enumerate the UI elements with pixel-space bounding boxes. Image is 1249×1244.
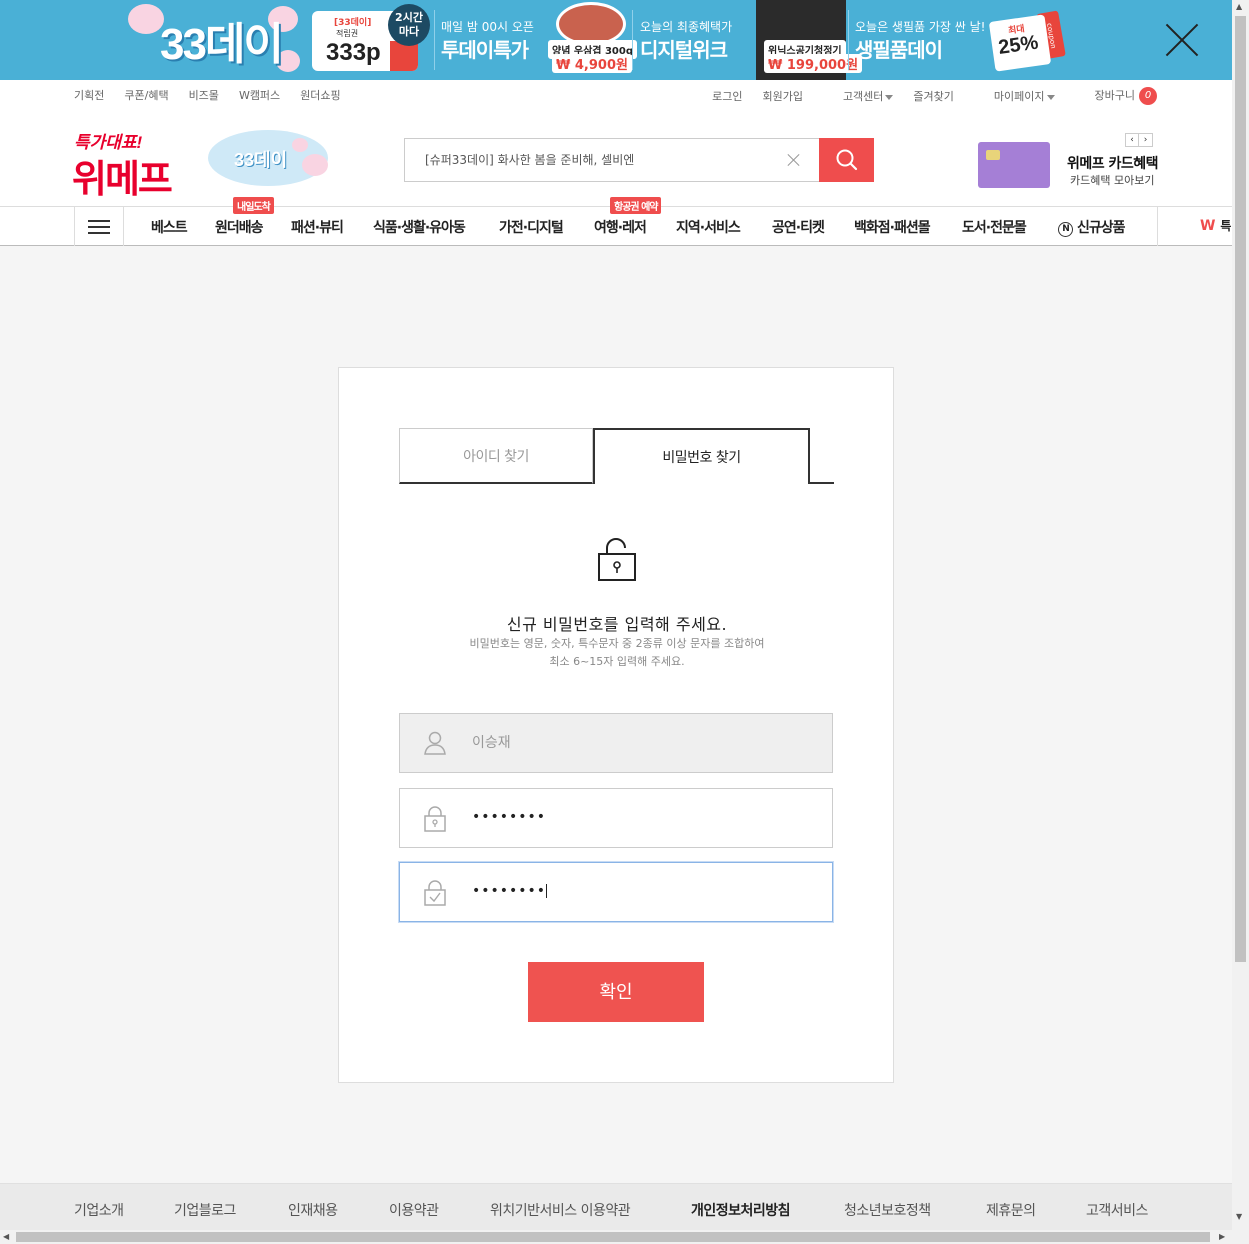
banner-today-top: 매일 밤 00시 오픈 [441,20,534,34]
name-input [472,734,812,750]
card-nav: ‹ › [1125,133,1153,147]
nav-item-best[interactable]: 베스트 [151,217,188,237]
banner-2hour-badge: 2시간 마다 [388,4,430,46]
banner-today-title[interactable]: 투데이특가 [441,34,529,63]
tab-find-id[interactable]: 아이디 찾기 [399,428,593,484]
chevron-down-icon [885,94,894,100]
footer-link-privacy[interactable]: 개인정보처리방침 [691,1200,791,1220]
find-password-panel: 아이디 찾기 비밀번호 찾기 신규 비밀번호를 입력해 주세요. 비밀번호는 영… [338,367,894,1083]
event-logo[interactable]: 33데이 [208,130,334,190]
card-benefit-title[interactable]: 위메프 카드혜택 [1067,153,1159,173]
user-icon [424,731,446,755]
chevron-down-icon [1046,94,1055,100]
text-cursor [546,884,548,898]
lock-icon [424,806,446,832]
new-icon: N [1058,222,1073,237]
scroll-left-icon[interactable]: ◀ [3,1232,9,1241]
nav-item-local[interactable]: 지역·서비스 [676,217,741,237]
footer: 기업소개 기업블로그 인재채용 이용약관 위치기반서비스 이용약관 개인정보처리… [0,1183,1232,1231]
banner-33day-logo: 33데이 [160,20,284,69]
nav-item-wonder[interactable]: 원더배송 내일도착 [215,197,274,237]
join-link[interactable]: 회원가입 [762,88,802,104]
cart-link[interactable]: 장바구니 0 [1075,87,1157,105]
footer-link[interactable]: 제휴문의 [986,1200,1036,1220]
name-field [399,713,833,773]
top-banner[interactable]: 33데이 [33데이] 적립권 333p 2시간 마다 매일 밤 00시 오픈 … [0,0,1232,80]
chevron-right-icon[interactable]: › [1139,133,1153,147]
unlock-icon [598,538,636,581]
banner-daily-top: 오늘은 생필품 가장 싼 날! [855,20,986,34]
footer-link[interactable]: 청소년보호정책 [844,1200,931,1220]
fav-link[interactable]: 즐겨찾기 [913,88,953,104]
nav-item-ticket[interactable]: 공연·티켓 [772,217,825,237]
search-icon [836,149,857,171]
footer-link[interactable]: 고객서비스 [1086,1200,1148,1220]
login-link[interactable]: 로그인 [712,88,742,104]
footer-link[interactable]: 기업소개 [74,1200,124,1220]
mypage-link[interactable]: 마이페이지 [974,88,1055,104]
clear-icon[interactable] [786,152,802,168]
confirm-button[interactable]: 확인 [528,962,704,1022]
scroll-right-icon[interactable]: ▶ [1219,1232,1225,1241]
nav-item-digital[interactable]: 가전·디지털 [499,217,564,237]
banner-close-icon[interactable] [1164,22,1200,58]
blossom-decoration [128,4,164,34]
nav-item-dept[interactable]: 백화점·패션몰 [854,217,931,237]
password-rule-text: 비밀번호는 영문, 숫자, 특수문자 중 2종류 이상 문자를 조합하여 최소 … [469,637,765,668]
card-image[interactable] [978,142,1050,188]
confirm-password-field[interactable]: •••••••• [399,862,833,922]
card-benefit-sub[interactable]: 카드혜택 모아보기 [1070,172,1154,188]
footer-link[interactable]: 이용약관 [389,1200,439,1220]
tag-badge: 항공권 예약 [610,197,662,214]
chevron-left-icon[interactable]: ‹ [1125,133,1139,147]
horizontal-scroll-thumb[interactable] [16,1232,1210,1242]
page-title: 신규 비밀번호를 입력해 주세요. [506,615,728,634]
util-link[interactable]: 비즈몰 [189,87,219,103]
nav-item-books[interactable]: 도서·전문몰 [962,217,1027,237]
nav-item-new[interactable]: N 신규상품 [1058,217,1126,237]
vertical-scroll-thumb[interactable] [1235,16,1246,962]
category-nav: 베스트 원더배송 내일도착 패션·뷰티 식품·생활·유아동 가전·디지털 여행·레… [0,197,1232,246]
util-link[interactable]: W캠퍼스 [239,87,280,103]
tag-badge: 내일도착 [233,197,274,214]
new-password-input[interactable]: •••••••• [472,809,546,825]
banner-daily-title[interactable]: 생필품데이 [855,34,943,63]
util-left: 기획전 쿠폰/혜택 비즈몰 W캠퍼스 원더쇼핑 [74,87,361,103]
footer-link[interactable]: 위치기반서비스 이용약관 [490,1200,631,1220]
util-link[interactable]: 쿠폰/혜택 [124,87,168,103]
new-password-field[interactable]: •••••••• [399,788,833,848]
util-link[interactable]: 원더쇼핑 [300,87,340,103]
banner-today-price: ₩ 4,900원 [552,54,632,73]
coupon-image: 최대 25% [988,14,1052,72]
wemakeprice-logo[interactable]: 위메프 [72,148,173,203]
footer-link[interactable]: 인재채용 [288,1200,338,1220]
scroll-down-icon[interactable]: ▼ [1236,1212,1242,1221]
util-link[interactable]: 기획전 [74,87,104,103]
tab-find-password[interactable]: 비밀번호 찾기 [593,428,810,484]
cart-count-badge: 0 [1139,87,1157,105]
lock-check-icon [424,880,446,906]
nav-item-food[interactable]: 식품·생활·유아동 [373,217,466,237]
search-input[interactable] [425,152,775,166]
w-logo-icon[interactable]: W 특 [1200,217,1231,234]
banner-digital-top: 오늘의 최종혜택가 [640,20,733,34]
header: 기획전 쿠폰/혜택 비즈몰 W캠퍼스 원더쇼핑 로그인 회원가입 고객센터 즐겨… [0,80,1232,246]
nav-item-fashion[interactable]: 패션·뷰티 [291,217,344,237]
scroll-up-icon[interactable]: ▲ [1236,2,1242,11]
nav-item-travel[interactable]: 여행·레저 항공권 예약 [594,197,662,237]
footer-link[interactable]: 기업블로그 [174,1200,236,1220]
search-button[interactable] [819,138,874,182]
confirm-password-input[interactable]: •••••••• [472,883,548,899]
util-right: 로그인 회원가입 고객센터 즐겨찾기 마이페이지 장바구니 0 [692,87,1157,105]
search-box [404,138,820,182]
cs-link[interactable]: 고객센터 [823,88,894,104]
hamburger-menu-icon[interactable] [74,207,124,246]
banner-digital-title[interactable]: 디지털위크 [640,34,728,63]
